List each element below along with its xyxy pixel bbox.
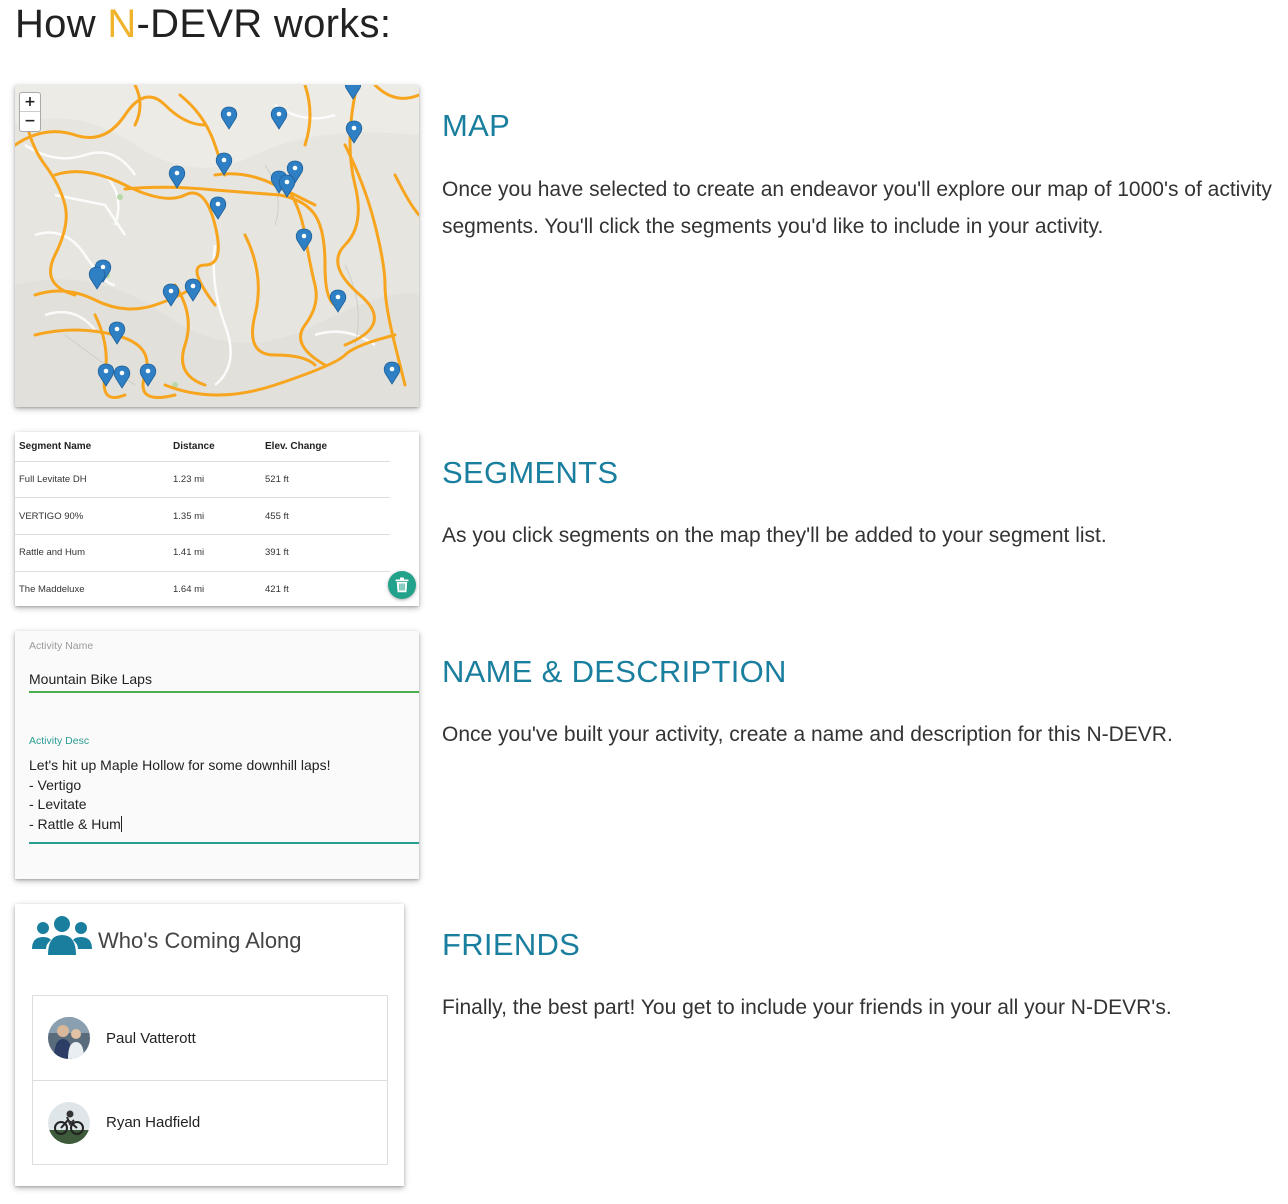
activity-desc-label: Activity Desc: [29, 735, 90, 747]
activity-desc-value: Let's hit up Maple Hollow for some downh…: [29, 757, 331, 832]
column-header-elev-change: Elev. Change: [261, 432, 390, 462]
activity-name-value: Mountain Bike Laps: [29, 671, 152, 687]
friends-heading: FRIENDS: [442, 927, 581, 962]
avatar: [48, 1017, 90, 1059]
segment-table: Segment Name Distance Elev. Change Full …: [15, 432, 390, 606]
segment-list: Segment Name Distance Elev. Change Full …: [15, 432, 419, 606]
segment-distance: 1.23 mi: [169, 461, 261, 499]
trash-icon: [395, 577, 409, 593]
list-item[interactable]: Ryan Hadfield: [33, 1080, 387, 1164]
zoom-in-button[interactable]: +: [20, 93, 40, 112]
title-prefix: How: [15, 2, 108, 46]
segment-name: The Maddeluxe: [19, 584, 85, 596]
list-item[interactable]: Paul Vatterott: [33, 996, 387, 1080]
title-suffix: -DEVR works:: [136, 2, 392, 46]
segments-heading: SEGMENTS: [442, 455, 619, 490]
map-zoom-control: + −: [19, 92, 41, 132]
avatar-image: [48, 1017, 90, 1059]
segment-name: Rattle and Hum: [15, 534, 169, 572]
activity-form: Activity Name Mountain Bike Laps Activit…: [15, 631, 419, 879]
activity-name-label: Activity Name: [29, 640, 94, 652]
segment-distance: 1.41 mi: [169, 534, 261, 572]
friend-list: Paul Vatterott Ryan Hadfield: [32, 995, 388, 1165]
column-header-segment-name: Segment Name: [15, 432, 169, 462]
name-desc-heading: NAME & DESCRIPTION: [442, 654, 787, 689]
users-icon: [32, 916, 92, 955]
table-row[interactable]: The Maddeluxe 1.64 mi 421 ft: [15, 571, 390, 606]
segment-distance: 1.35 mi: [169, 497, 261, 535]
segment-elev: 421 ft: [265, 584, 289, 596]
friends-description: Finally, the best part! You get to inclu…: [442, 996, 1172, 1019]
segment-distance: 1.64 mi: [173, 584, 205, 596]
activity-name-field[interactable]: Mountain Bike Laps: [29, 661, 419, 693]
page-title: How N-DEVR works:: [15, 2, 391, 47]
map-heading: MAP: [442, 108, 511, 143]
segments-description: As you click segments on the map they'll…: [442, 524, 1107, 547]
column-header-distance: Distance: [169, 432, 261, 462]
text-cursor: [120, 815, 122, 832]
map-screenshot[interactable]: + −: [15, 85, 419, 407]
map-canvas[interactable]: [15, 85, 419, 407]
segment-name: Full Levitate DH: [15, 461, 169, 499]
avatar-image: [48, 1101, 90, 1144]
friends-card: Who's Coming Along Paul Vatterott Ryan H…: [15, 904, 404, 1186]
friends-card-title: Who's Coming Along: [98, 928, 302, 953]
activity-desc-field[interactable]: Let's hit up Maple Hollow for some downh…: [29, 756, 419, 844]
segment-elev: 391 ft: [261, 534, 390, 572]
segment-elev: 455 ft: [261, 497, 390, 535]
table-row[interactable]: Full Levitate DH 1.23 mi 521 ft: [15, 461, 390, 499]
title-accent: N: [107, 2, 137, 46]
segment-name: VERTIGO 90%: [15, 497, 169, 535]
name-desc-description: Once you've built your activity, create …: [442, 723, 1173, 746]
friends-header: Who's Coming Along: [32, 913, 302, 955]
zoom-out-button[interactable]: −: [20, 112, 40, 131]
avatar: [48, 1101, 90, 1144]
map-description: Once you have selected to create an ende…: [442, 178, 1272, 238]
segment-elev: 521 ft: [261, 461, 390, 499]
delete-segment-button[interactable]: [388, 571, 416, 599]
table-row[interactable]: Rattle and Hum 1.41 mi 391 ft: [15, 534, 390, 572]
friend-name: Ryan Hadfield: [106, 1114, 201, 1131]
table-row[interactable]: VERTIGO 90% 1.35 mi 455 ft: [15, 497, 390, 535]
friend-name: Paul Vatterott: [106, 1029, 196, 1047]
